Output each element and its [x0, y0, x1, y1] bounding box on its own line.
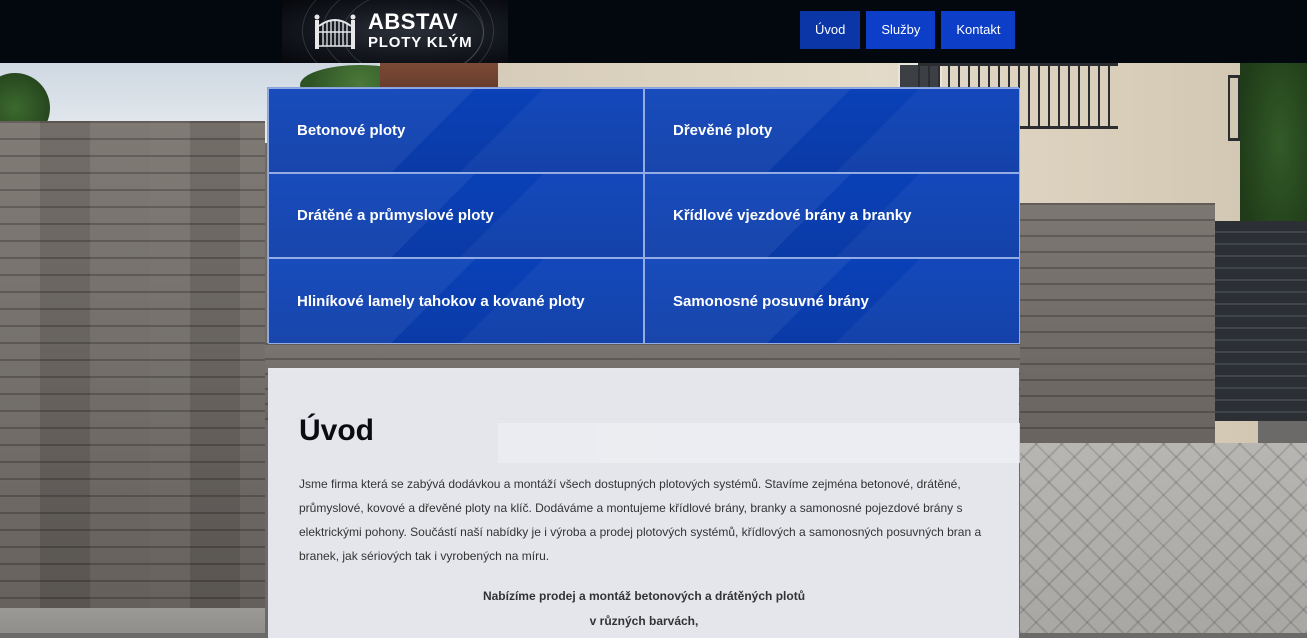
category-label: Drátěné a průmyslové ploty — [297, 207, 494, 224]
nav-sluzby[interactable]: Služby — [866, 11, 936, 49]
nav-uvod[interactable]: Úvod — [800, 11, 861, 49]
category-label: Betonové ploty — [297, 122, 406, 139]
concrete-fence — [1020, 203, 1215, 453]
intro-text: Jsme firma která se zabývá dodávkou a mo… — [299, 477, 982, 563]
main-nav: Úvod Služby Kontakt — [800, 11, 1016, 49]
category-hlinikove-lamely[interactable]: Hliníkové lamely tahokov a kované ploty — [268, 258, 644, 344]
category-drevene-ploty[interactable]: Dřevěné ploty — [644, 88, 1020, 173]
paving — [1020, 443, 1307, 633]
category-label: Hliníkové lamely tahokov a kované ploty — [297, 292, 585, 310]
site-logo[interactable]: ABSTAV PLOTY KLÝM — [282, 0, 508, 63]
category-label: Dřevěné ploty — [673, 122, 773, 139]
category-label: Samonosné posuvné brány — [673, 292, 869, 310]
header-bar: ABSTAV PLOTY KLÝM Úvod Služby Kontakt — [0, 0, 1307, 63]
category-samonosne-brany[interactable]: Samonosné posuvné brány — [644, 258, 1020, 344]
highlight-text: Nabízíme prodej a montáž betonových a dr… — [299, 584, 989, 634]
paving — [0, 608, 265, 633]
category-grid: Betonové ploty Dřevěné ploty Drátěné a p… — [267, 87, 1020, 344]
page-title: Úvod — [299, 414, 374, 447]
category-kridlove-brany[interactable]: Křídlové vjezdové brány a branky — [644, 173, 1020, 258]
category-dratene-prumyslove-ploty[interactable]: Drátěné a průmyslové ploty — [268, 173, 644, 258]
category-label: Křídlové vjezdové brány a branky — [673, 207, 912, 224]
highlight-line: v různých barvách, — [589, 614, 699, 628]
concrete-fence — [0, 121, 265, 633]
gate-icon — [314, 14, 356, 49]
intro-section: Úvod Jsme firma která se zabývá dodávkou… — [268, 368, 1019, 638]
logo-subtitle: PLOTY KLÝM — [368, 34, 473, 51]
sliding-gate — [1215, 221, 1307, 421]
category-betonove-ploty[interactable]: Betonové ploty — [268, 88, 644, 173]
highlight-line: Nabízíme prodej a montáž betonových a dr… — [482, 589, 806, 603]
nav-kontakt[interactable]: Kontakt — [941, 11, 1016, 49]
logo-title: ABSTAV — [368, 9, 459, 34]
